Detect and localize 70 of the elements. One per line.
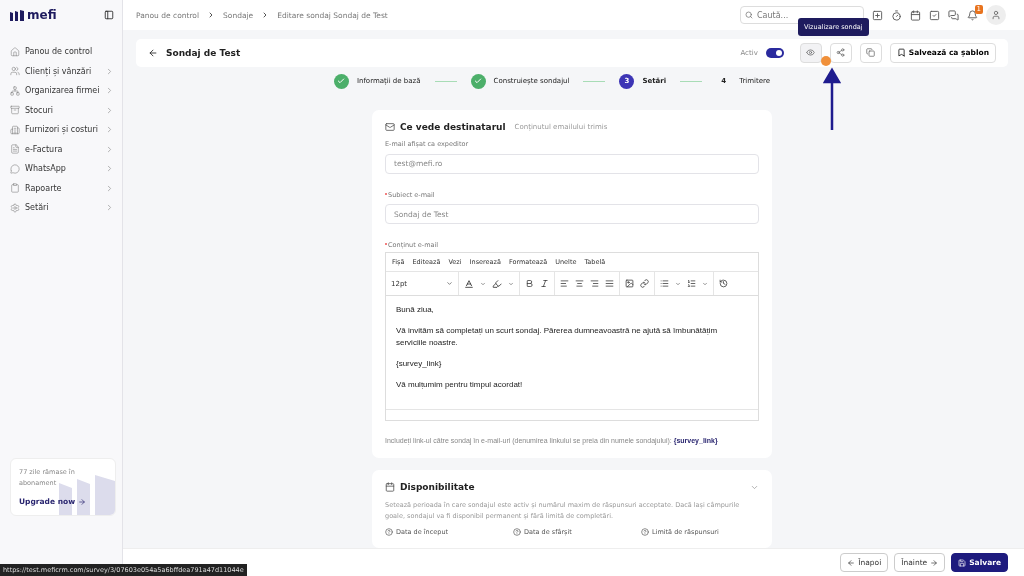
user-icon — [991, 10, 1001, 20]
arrow-left-icon — [847, 558, 856, 567]
back-icon[interactable] — [148, 47, 158, 58]
text-color-icon[interactable] — [464, 278, 474, 289]
italic-icon[interactable] — [540, 279, 549, 288]
justify-icon[interactable] — [605, 279, 614, 288]
help-icon — [385, 528, 393, 536]
building-icon — [10, 124, 20, 135]
email-paragraph: Vă mulțumim pentru timpul acordat! — [396, 379, 524, 391]
sidebar-item[interactable]: Setări — [10, 198, 114, 218]
archive-icon — [10, 105, 20, 116]
survey-title: Sondaj de Test — [166, 47, 241, 58]
settings-icon — [10, 202, 20, 213]
chat-icon — [10, 163, 20, 174]
email-paragraph: Bună ziua, — [396, 304, 435, 316]
preview-button[interactable] — [799, 42, 822, 63]
sidebar-item[interactable]: Stocuri — [10, 100, 114, 120]
email-paragraph: {survey_link} — [396, 358, 443, 370]
help-icon — [641, 528, 649, 536]
logo: mefi — [10, 8, 57, 22]
arrow-right-icon — [78, 497, 87, 506]
arrow-right-icon — [930, 558, 939, 567]
check-icon — [337, 77, 346, 86]
bookmark-icon — [896, 48, 906, 58]
calendar-icon[interactable] — [910, 9, 921, 21]
numbered-list-icon[interactable] — [687, 279, 696, 288]
sidebar-item[interactable]: WhatsApp — [10, 159, 114, 179]
clipboard-icon — [10, 183, 20, 194]
save-icon — [958, 558, 967, 567]
link-icon[interactable] — [640, 279, 649, 288]
bold-icon[interactable] — [525, 279, 534, 288]
avatar[interactable] — [986, 5, 1006, 25]
align-right-icon[interactable] — [590, 279, 599, 288]
messages-icon[interactable] — [948, 9, 959, 21]
users-icon — [10, 66, 20, 77]
check-icon — [474, 77, 483, 86]
eye-icon — [806, 48, 816, 58]
highlight-icon[interactable] — [492, 278, 502, 289]
sidebar-item[interactable]: Furnizori și costuri — [10, 120, 114, 140]
copy-icon — [866, 48, 876, 58]
document-icon — [10, 144, 20, 155]
card-title: Ce vede destinatarul — [400, 122, 506, 132]
sidebar-item[interactable]: Panou de control — [10, 42, 114, 62]
share-button[interactable] — [829, 42, 852, 63]
align-left-icon[interactable] — [560, 279, 569, 288]
card-title: Disponibilitate — [400, 482, 475, 492]
logo-watermark-icon — [59, 475, 115, 515]
email-paragraph: Vă invităm să completați un scurt sondaj. Părerea dumneavoastră ne ajută să îmbunătățim serviciile noastre. — [396, 325, 719, 349]
timer-icon[interactable] — [891, 9, 902, 21]
org-chart-icon — [10, 85, 20, 96]
bullet-list-icon[interactable] — [660, 279, 669, 288]
history-icon[interactable] — [719, 279, 728, 288]
sidebar-item[interactable]: Organizarea firmei — [10, 81, 114, 101]
help-icon — [513, 528, 521, 536]
align-center-icon[interactable] — [575, 279, 584, 288]
home-icon — [10, 46, 20, 57]
mail-icon — [385, 122, 395, 132]
search-icon — [745, 11, 753, 19]
sidebar-item[interactable]: e-Factura — [10, 139, 114, 159]
collapse-icon[interactable] — [104, 10, 114, 20]
sidebar-item[interactable]: Rapoarte — [10, 178, 114, 198]
active-toggle[interactable] — [765, 47, 784, 58]
task-icon[interactable] — [929, 9, 940, 21]
add-icon[interactable] — [872, 9, 883, 21]
calendar-icon — [385, 482, 395, 492]
share-icon — [836, 48, 846, 58]
sidebar-item[interactable]: Clienți și vânzări — [10, 61, 114, 81]
image-icon[interactable] — [625, 279, 634, 288]
chevron-icon — [446, 280, 453, 287]
notifications-icon[interactable] — [967, 9, 978, 21]
